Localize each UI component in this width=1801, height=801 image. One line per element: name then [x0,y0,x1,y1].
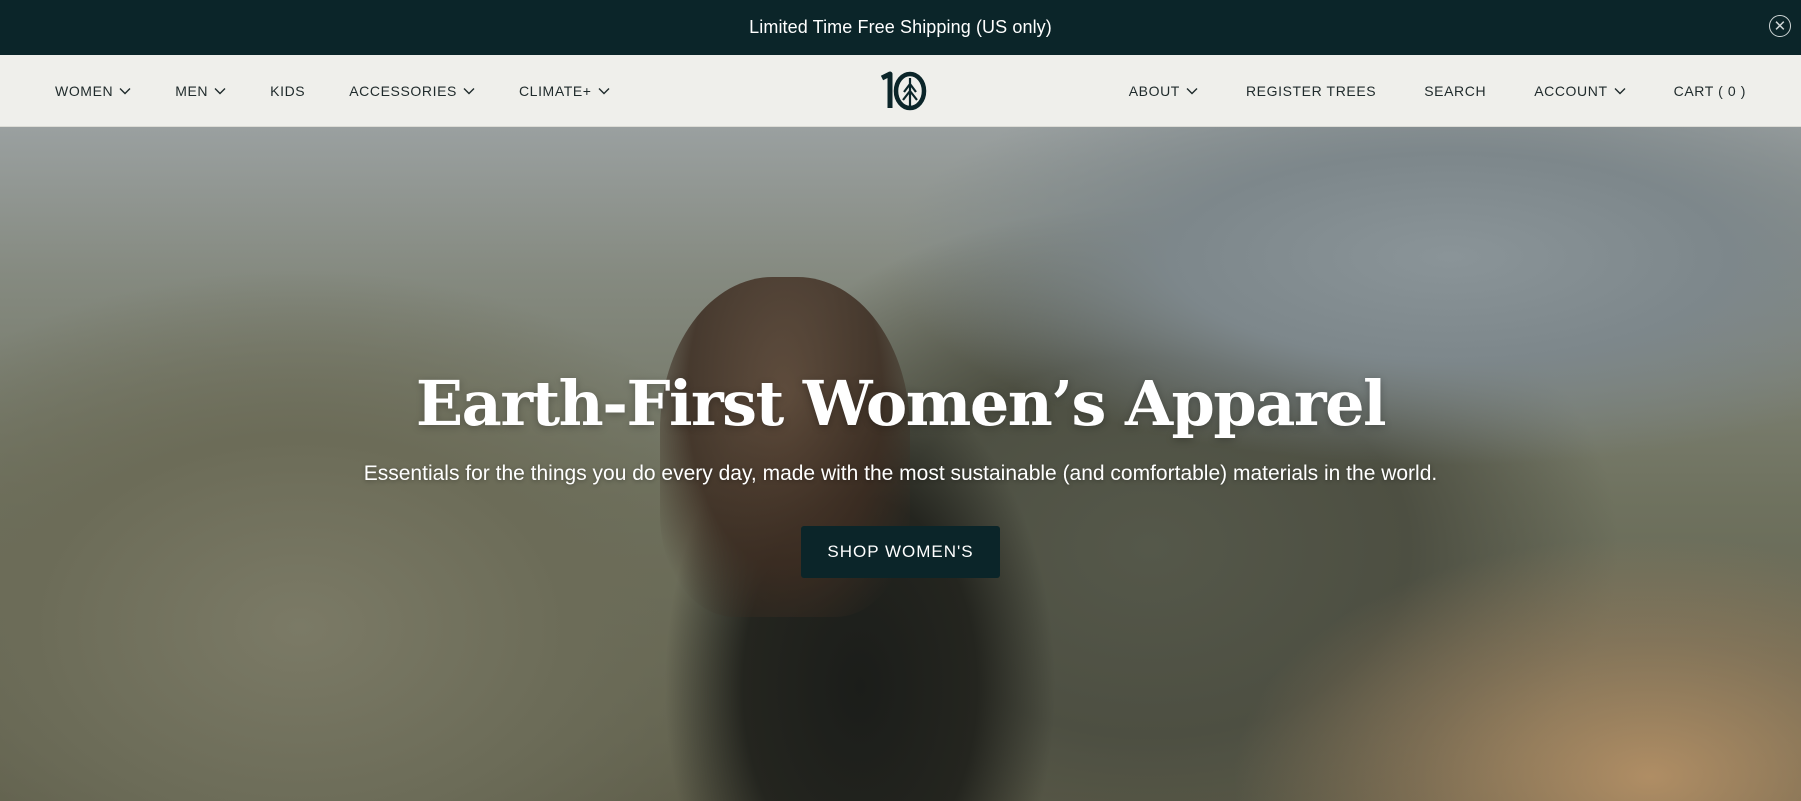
hero-subtitle: Essentials for the things you do every d… [363,462,1438,485]
nav-item-account[interactable]: ACCOUNT [1534,82,1626,99]
nav-item-men[interactable]: MEN [175,83,226,99]
nav-item-women[interactable]: WOMEN [55,83,131,99]
brand-logo[interactable] [874,70,928,112]
nav-item-climate-label: CLIMATE+ [518,82,592,99]
nav-item-about-label: ABOUT [1128,82,1180,99]
nav-item-accessories-label: ACCESSORIES [349,82,457,99]
nav-left-group: WOMEN MEN KIDS ACCESSORIES CLIMATE+ [55,83,654,99]
nav-item-search-label: SEARCH [1424,82,1487,99]
nav-item-search[interactable]: SEARCH [1424,83,1486,99]
chevron-down-icon [1186,87,1198,94]
tree-logo-icon [880,71,926,110]
close-circle-icon[interactable]: ✕ [1769,15,1791,37]
nav-right-group: ABOUT REGISTER TREES SEARCH ACCOUNT CART… [1081,83,1746,99]
nav-item-kids[interactable]: KIDS [270,83,305,99]
announcement-bar: Limited Time Free Shipping (US only) ✕ [0,0,1801,55]
hero-title: Earth-First Women’s Apparel [415,367,1387,440]
chevron-down-icon [214,87,226,94]
nav-item-cart[interactable]: CART ( 0 ) [1674,83,1746,99]
nav-item-about[interactable]: ABOUT [1129,83,1198,99]
shop-womens-button[interactable]: SHOP WOMEN'S [801,526,1000,578]
nav-item-women-label: WOMEN [55,82,114,99]
hero-banner: Earth-First Women’s Apparel Essentials f… [0,127,1801,801]
nav-item-men-label: MEN [175,82,209,99]
nav-item-accessories[interactable]: ACCESSORIES [349,83,475,99]
hero-content: Earth-First Women’s Apparel Essentials f… [0,367,1801,578]
nav-item-register-trees-label: REGISTER TREES [1245,82,1377,99]
chevron-down-icon [463,87,475,94]
announcement-text: Limited Time Free Shipping (US only) [749,17,1052,37]
nav-item-climate[interactable]: CLIMATE+ [519,83,610,99]
chevron-down-icon [1614,87,1626,94]
nav-item-kids-label: KIDS [270,82,306,99]
chevron-down-icon [598,87,610,94]
main-navigation: WOMEN MEN KIDS ACCESSORIES CLIMATE+ ABOU… [0,55,1801,127]
nav-item-register-trees[interactable]: REGISTER TREES [1246,83,1376,99]
nav-item-cart-label: CART ( 0 ) [1673,82,1746,99]
nav-item-account-label: ACCOUNT [1534,82,1608,99]
chevron-down-icon [119,87,131,94]
